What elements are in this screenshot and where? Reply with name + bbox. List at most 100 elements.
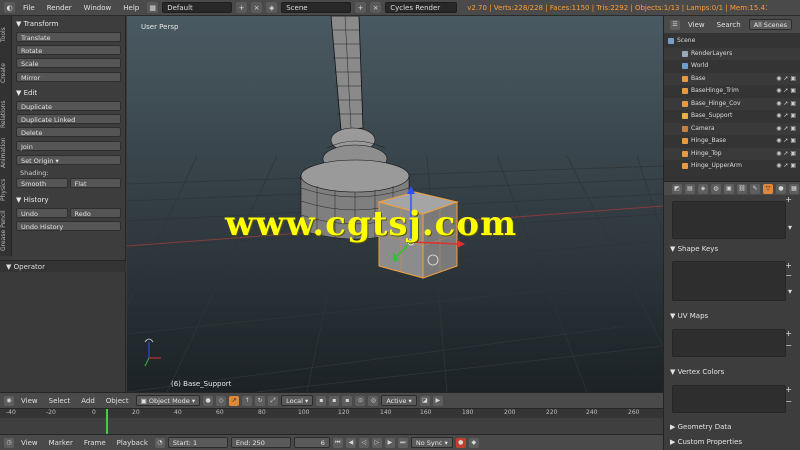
current-frame-cursor[interactable] (106, 409, 108, 435)
scale-manipulator-icon[interactable]: ⤢ (268, 395, 279, 406)
record-icon[interactable]: ● (455, 437, 466, 448)
outliner-menu-search[interactable]: Search (713, 21, 745, 29)
layer-3-icon[interactable]: ▪ (342, 395, 353, 406)
uv-map-add-icon[interactable]: + (785, 329, 792, 338)
shape-keys-list[interactable] (672, 261, 786, 301)
menu-file[interactable]: File (19, 4, 39, 12)
material-tab-icon[interactable]: ● (776, 183, 786, 194)
shape-key-add-icon[interactable]: + (785, 261, 792, 270)
camera-icon[interactable]: ▶ (432, 395, 443, 406)
outliner-row[interactable]: Hinge_Base ◉ ➚ ▣ (664, 135, 800, 148)
vertex-colors-header[interactable]: ▼ Vertex Colors (670, 368, 724, 376)
uv-map-remove-icon[interactable]: − (785, 341, 792, 350)
pivot-icon[interactable]: ◇ (216, 395, 227, 406)
outliner-row-name[interactable]: Base (691, 73, 706, 86)
outliner-row-name[interactable]: Base_Support (691, 110, 732, 123)
lock-icon[interactable]: ⊙ (355, 395, 366, 406)
layer-2-icon[interactable]: ▪ (329, 395, 340, 406)
menu-help[interactable]: Help (119, 4, 143, 12)
proportional-icon[interactable]: ◎ (368, 395, 379, 406)
set-origin-button[interactable]: Set Origin ▾ (16, 155, 121, 165)
shape-keys-header[interactable]: ▼ Shape Keys (670, 245, 718, 253)
list-menu-icon[interactable]: ▾ (788, 223, 792, 232)
jump-end-icon[interactable]: ⏭ (397, 437, 408, 448)
outliner-row[interactable]: Base_Hinge_Cov ◉ ➚ ▣ (664, 97, 800, 110)
snap-target-select[interactable]: Active ▾ (381, 395, 417, 406)
timeline-editor-icon[interactable]: ◷ (4, 437, 14, 448)
outliner-row[interactable]: Hinge_UpperArm ◉ ➚ ▣ (664, 160, 800, 173)
modifiers-tab-icon[interactable]: ✎ (750, 183, 760, 194)
scene-icon[interactable]: ◈ (266, 2, 278, 13)
shape-key-remove-icon[interactable]: − (785, 271, 792, 280)
tab-grease-pencil[interactable]: Grease Pencil (0, 208, 12, 254)
outliner-row[interactable]: World (664, 60, 800, 73)
outliner-row-name[interactable]: RenderLayers (691, 48, 732, 61)
editor-type-icon[interactable]: ◉ (4, 395, 14, 406)
vertex-color-add-icon[interactable]: + (785, 385, 792, 394)
mirror-button[interactable]: Mirror (16, 72, 121, 82)
tab-relations[interactable]: Relations (0, 96, 12, 132)
orientation-select[interactable]: Local ▾ (281, 395, 314, 406)
prev-key-icon[interactable]: ◀ (345, 437, 356, 448)
history-panel-header[interactable]: ▼ History (16, 195, 121, 206)
jump-start-icon[interactable]: ⏮ (332, 437, 343, 448)
outliner-row[interactable]: Scene (664, 35, 800, 48)
sync-select[interactable]: No Sync ▾ (410, 437, 453, 448)
manipulator-icon[interactable]: ↗ (229, 395, 240, 406)
timeline-menu-view[interactable]: View (17, 439, 42, 447)
next-key-icon[interactable]: ▶ (384, 437, 395, 448)
undo-button[interactable]: Undo (16, 208, 68, 218)
layout-icon[interactable]: ▦ (147, 2, 159, 13)
add-scene-icon[interactable]: + (355, 2, 367, 13)
menu-add[interactable]: Add (77, 397, 99, 405)
uv-maps-list[interactable] (672, 329, 786, 357)
menu-render[interactable]: Render (43, 4, 76, 12)
mesh-data-tab-icon[interactable]: ▽ (763, 183, 773, 194)
shape-key-menu-icon[interactable]: ▾ (788, 287, 792, 296)
keying-set-icon[interactable]: ◆ (468, 437, 479, 448)
blender-icon[interactable]: ◐ (4, 2, 15, 13)
outliner-row-name[interactable]: Hinge_Base (691, 135, 726, 148)
timeline-area[interactable]: -40 -20 0 20 40 60 80 100 120 140 160 18… (0, 408, 663, 435)
3d-viewport[interactable]: User Persp (6) Base_Support www.cgtsj.co… (127, 16, 663, 392)
geometry-data-header[interactable]: ▶ Geometry Data (670, 423, 731, 431)
outliner-row[interactable]: Hinge_Top ◉ ➚ ▣ (664, 147, 800, 161)
duplicate-button[interactable]: Duplicate (16, 101, 121, 111)
scene-field[interactable]: Scene (281, 2, 352, 13)
visibility-icons[interactable]: ◉ ➚ ▣ (776, 110, 796, 123)
redo-button[interactable]: Redo (69, 208, 121, 218)
layers-tab-icon[interactable]: ▤ (685, 183, 695, 194)
outliner-menu-view[interactable]: View (684, 21, 709, 29)
timeline-menu-frame[interactable]: Frame (80, 439, 110, 447)
visibility-icons[interactable]: ◉ ➚ ▣ (776, 85, 796, 98)
vertex-color-remove-icon[interactable]: − (785, 397, 792, 406)
render-icon[interactable]: ◪ (419, 395, 430, 406)
frame-ruler[interactable]: -40 -20 0 20 40 60 80 100 120 140 160 18… (0, 409, 663, 418)
tab-create[interactable]: Create (0, 56, 12, 90)
delete-button[interactable]: Delete (16, 127, 121, 137)
outliner-row-name[interactable]: World (691, 60, 708, 73)
timeline-menu-marker[interactable]: Marker (45, 439, 77, 447)
uv-maps-header[interactable]: ▼ UV Maps (670, 312, 708, 320)
outliner-row-name[interactable]: Hinge_UpperArm (691, 160, 742, 173)
play-reverse-icon[interactable]: ◁ (358, 437, 369, 448)
list-add-icon[interactable]: + (785, 195, 792, 204)
smooth-button[interactable]: Smooth (16, 178, 68, 188)
menu-select[interactable]: Select (45, 397, 75, 405)
outliner-row-name[interactable]: Hinge_Top (691, 148, 722, 161)
rotate-manipulator-icon[interactable]: ↻ (255, 395, 266, 406)
outliner-row[interactable]: Base ◉ ➚ ▣ (664, 72, 800, 86)
layer-1-icon[interactable]: ▪ (316, 395, 327, 406)
tab-animation[interactable]: Animation (0, 134, 12, 172)
texture-tab-icon[interactable]: ▦ (789, 183, 799, 194)
remove-layout-icon[interactable]: × (251, 2, 263, 13)
outliner-row-name[interactable]: Scene (677, 35, 695, 48)
outliner-row-name[interactable]: BaseHinge_Trim (691, 85, 739, 98)
render-engine-select[interactable]: Cycles Render (385, 2, 458, 13)
menu-window[interactable]: Window (80, 4, 116, 12)
outliner-row[interactable]: RenderLayers (664, 47, 800, 61)
remove-scene-icon[interactable]: × (370, 2, 382, 13)
visibility-icons[interactable]: ◉ ➚ ▣ (776, 148, 796, 161)
render-tab-icon[interactable]: ◩ (672, 183, 682, 194)
vertex-groups-list[interactable] (672, 201, 786, 239)
